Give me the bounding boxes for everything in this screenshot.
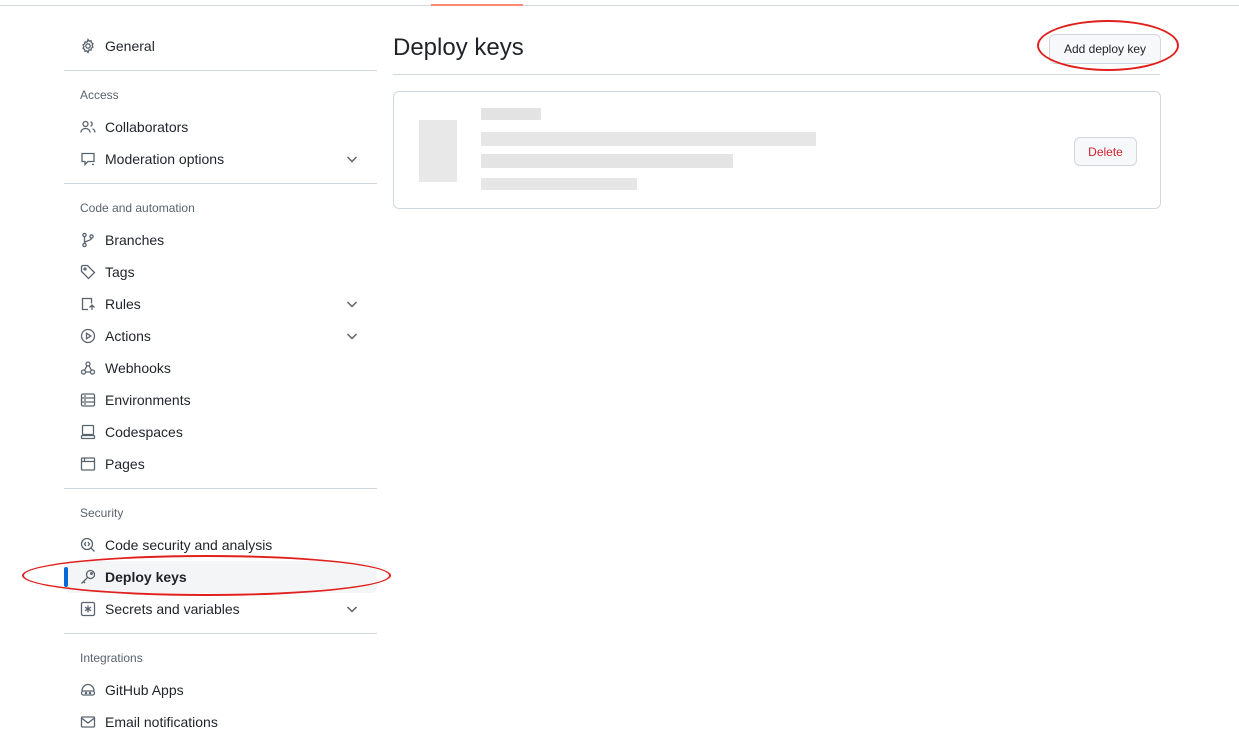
sidebar-item-label: Moderation options <box>105 151 225 167</box>
sidebar-item-label: Collaborators <box>105 119 189 135</box>
sidebar-item-pages[interactable]: Pages <box>64 448 377 480</box>
chevron-down-icon[interactable] <box>344 328 360 344</box>
report-icon <box>80 151 96 167</box>
mail-icon <box>80 714 96 730</box>
settings-sidebar: General Access Collaborators Moderation … <box>64 30 377 738</box>
key-icon <box>80 569 96 585</box>
codescan-icon <box>80 537 96 553</box>
group-heading-security: Security <box>80 506 124 520</box>
chevron-down-icon[interactable] <box>344 296 360 312</box>
group-heading-access: Access <box>80 88 119 102</box>
browser-icon <box>80 456 96 472</box>
sidebar-item-deploy-keys[interactable]: Deploy keys <box>64 561 377 593</box>
sidebar-item-label: Pages <box>105 456 145 472</box>
sidebar-item-label: Tags <box>105 264 135 280</box>
sidebar-item-label: Codespaces <box>105 424 183 440</box>
sidebar-item-tags[interactable]: Tags <box>64 256 377 288</box>
sidebar-item-rules[interactable]: Rules <box>64 288 377 320</box>
redacted-key-fingerprint <box>481 132 816 146</box>
sidebar-divider <box>64 70 377 71</box>
server-icon <box>80 392 96 408</box>
sidebar-item-environments[interactable]: Environments <box>64 384 377 416</box>
sidebar-item-github-apps[interactable]: GitHub Apps <box>64 674 377 706</box>
sidebar-item-email-notifications[interactable]: Email notifications <box>64 706 377 738</box>
tag-icon <box>80 264 96 280</box>
active-tab-underline <box>431 4 523 6</box>
apps-icon <box>80 682 96 698</box>
sidebar-item-label: Deploy keys <box>105 569 187 585</box>
top-border <box>0 5 1239 6</box>
play-icon <box>80 328 96 344</box>
sidebar-item-moderation-options[interactable]: Moderation options <box>64 143 377 175</box>
sidebar-item-collaborators[interactable]: Collaborators <box>64 111 377 143</box>
webhook-icon <box>80 360 96 376</box>
sidebar-item-actions[interactable]: Actions <box>64 320 377 352</box>
branch-icon <box>80 232 96 248</box>
sidebar-item-label: Code security and analysis <box>105 537 273 553</box>
sidebar-item-codespaces[interactable]: Codespaces <box>64 416 377 448</box>
sidebar-item-label: Webhooks <box>105 360 171 376</box>
sidebar-item-label: Actions <box>105 328 151 344</box>
group-heading-code-automation: Code and automation <box>80 201 195 215</box>
redacted-key-last-used <box>481 178 637 190</box>
codespaces-icon <box>80 424 96 440</box>
asterisk-icon <box>80 601 96 617</box>
add-deploy-key-button[interactable]: Add deploy key <box>1049 34 1161 64</box>
redacted-key-added <box>481 154 733 168</box>
sidebar-item-branches[interactable]: Branches <box>64 224 377 256</box>
sidebar-divider <box>64 488 377 489</box>
sidebar-item-label: Branches <box>105 232 165 248</box>
sidebar-item-secrets-variables[interactable]: Secrets and variables <box>64 593 377 625</box>
group-heading-integrations: Integrations <box>80 651 143 665</box>
people-icon <box>80 119 96 135</box>
delete-key-button[interactable]: Delete <box>1074 137 1137 166</box>
rules-icon <box>80 296 96 312</box>
sidebar-item-label: Environments <box>105 392 191 408</box>
sidebar-divider <box>64 183 377 184</box>
sidebar-item-code-security[interactable]: Code security and analysis <box>64 529 377 561</box>
sidebar-item-label: GitHub Apps <box>105 682 184 698</box>
chevron-down-icon[interactable] <box>344 601 360 617</box>
page-title: Deploy keys <box>393 34 524 61</box>
sidebar-item-webhooks[interactable]: Webhooks <box>64 352 377 384</box>
gear-icon <box>80 38 96 54</box>
sidebar-item-label: General <box>105 38 155 54</box>
title-divider <box>393 74 1160 75</box>
sidebar-item-label: Email notifications <box>105 714 218 730</box>
redacted-key-icon <box>419 120 457 182</box>
chevron-down-icon[interactable] <box>344 151 360 167</box>
redacted-key-title <box>481 108 541 120</box>
sidebar-item-label: Rules <box>105 296 141 312</box>
sidebar-item-general[interactable]: General <box>64 30 377 62</box>
sidebar-item-label: Secrets and variables <box>105 601 240 617</box>
deploy-key-card: Delete <box>393 91 1161 209</box>
sidebar-divider <box>64 633 377 634</box>
